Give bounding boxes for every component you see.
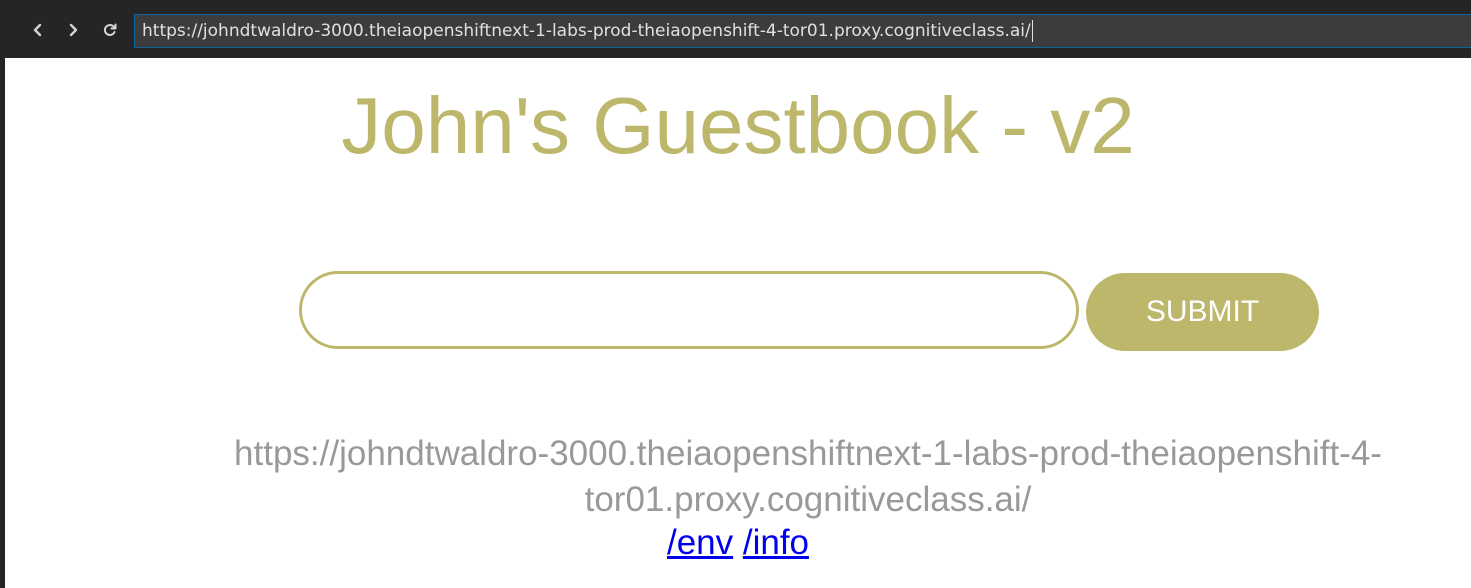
host-url-line-2: tor01.proxy.cognitiveclass.ai/ — [584, 480, 1032, 519]
guestbook-entry-input[interactable] — [299, 271, 1079, 349]
host-url-text: https://johndtwaldro-3000.theiaopenshift… — [205, 431, 1411, 523]
browser-toolbar: https://johndtwaldro-3000.theiaopenshift… — [5, 0, 1471, 58]
footer-links: /env /info — [0, 520, 1471, 566]
env-link[interactable]: /env — [667, 523, 733, 562]
host-url-line-1: https://johndtwaldro-3000.theiaopenshift… — [234, 434, 1382, 473]
reload-button[interactable] — [97, 17, 123, 43]
page-title: John's Guestbook - v2 — [341, 81, 1135, 170]
back-button[interactable] — [25, 17, 51, 43]
text-caret — [1031, 20, 1033, 42]
page-content: John's Guestbook - v2 SUBMIT https://joh… — [5, 58, 1471, 588]
address-bar[interactable]: https://johndtwaldro-3000.theiaopenshift… — [134, 14, 1471, 48]
info-link[interactable]: /info — [743, 523, 809, 562]
reload-icon — [104, 23, 117, 36]
chevron-left-icon — [33, 23, 42, 37]
chevron-right-icon — [69, 23, 78, 37]
forward-button[interactable] — [60, 17, 86, 43]
address-bar-url: https://johndtwaldro-3000.theiaopenshift… — [142, 21, 1031, 41]
submit-button[interactable]: SUBMIT — [1086, 273, 1319, 351]
